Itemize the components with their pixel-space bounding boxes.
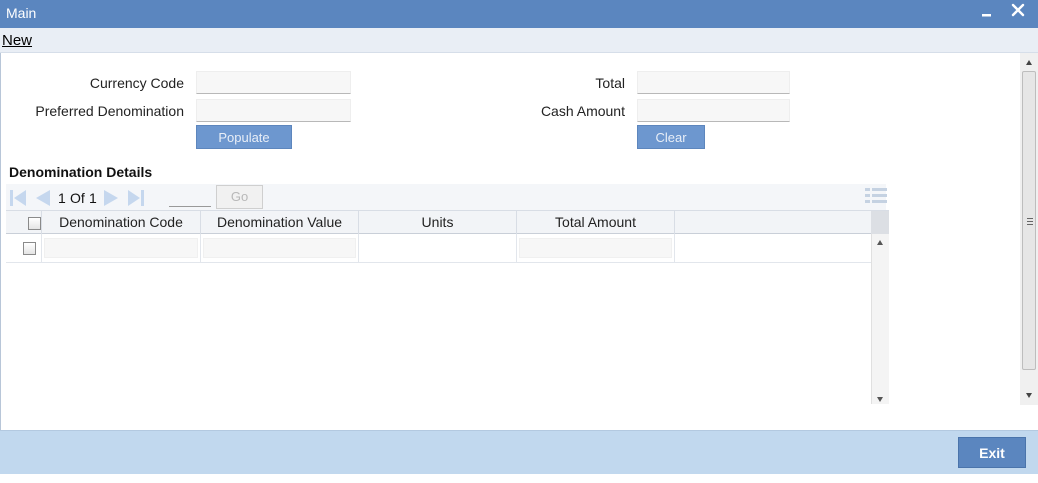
preferred-denomination-label: Preferred Denomination	[35, 103, 184, 119]
select-all-checkbox[interactable]	[28, 217, 41, 230]
go-button[interactable]: Go	[216, 185, 263, 209]
page-scrollbar-thumb[interactable]	[1022, 71, 1036, 370]
window-titlebar: Main	[0, 0, 1038, 28]
grid-pagination-toolbar: 1 Of 1 Go	[6, 184, 888, 210]
preferred-denomination-field[interactable]	[196, 99, 351, 122]
exit-button[interactable]: Exit	[958, 437, 1026, 468]
scroll-down-icon[interactable]	[877, 397, 883, 402]
total-field[interactable]	[637, 71, 790, 94]
denomination-value-cell	[201, 234, 359, 262]
footer-bar: Exit	[0, 430, 1038, 474]
total-amount-cell	[517, 234, 675, 262]
denomination-code-input[interactable]	[44, 238, 198, 258]
new-link[interactable]: New	[2, 32, 32, 49]
row-select-cell	[6, 234, 42, 262]
page-scroll-down-icon[interactable]	[1026, 393, 1032, 398]
columns-icon[interactable]	[864, 186, 888, 206]
denomination-value-input[interactable]	[203, 238, 356, 258]
page-scrollbar[interactable]	[1020, 53, 1038, 405]
grid-scrollbar-header	[871, 210, 889, 234]
currency-code-field[interactable]	[196, 71, 351, 94]
clear-button[interactable]: Clear	[637, 125, 705, 149]
column-header-denomination-code[interactable]: Denomination Code	[42, 211, 201, 234]
select-all-cell	[6, 211, 42, 234]
last-page-icon[interactable]	[126, 188, 146, 208]
minimize-icon[interactable]	[981, 7, 993, 19]
grid-scrollbar[interactable]	[871, 234, 889, 404]
page-of-label: Of	[70, 190, 85, 206]
column-header-units[interactable]: Units	[359, 211, 517, 234]
page-number-input[interactable]	[169, 187, 211, 207]
cash-amount-field[interactable]	[637, 99, 790, 122]
window-title: Main	[6, 5, 37, 21]
units-input[interactable]	[361, 238, 514, 258]
close-icon[interactable]	[1011, 3, 1025, 17]
menu-bar: New	[0, 28, 1038, 53]
column-header-denomination-value[interactable]: Denomination Value	[201, 211, 359, 234]
denomination-code-cell	[42, 234, 201, 262]
currency-code-label: Currency Code	[89, 75, 184, 91]
table-row	[6, 234, 871, 263]
next-page-icon[interactable]	[102, 188, 122, 208]
populate-button[interactable]: Populate	[196, 125, 292, 149]
total-pages: 1	[89, 190, 97, 206]
page-scroll-up-icon[interactable]	[1026, 60, 1032, 65]
denomination-details-title: Denomination Details	[9, 164, 153, 180]
grid-header: Denomination Code Denomination Value Uni…	[6, 210, 871, 234]
row-checkbox[interactable]	[23, 242, 36, 255]
previous-page-icon[interactable]	[32, 188, 52, 208]
total-amount-input[interactable]	[519, 238, 672, 258]
column-header-total-amount[interactable]: Total Amount	[517, 211, 675, 234]
units-cell	[359, 234, 517, 262]
scroll-up-icon[interactable]	[877, 240, 883, 245]
current-page: 1	[58, 190, 66, 206]
cash-amount-label: Cash Amount	[540, 103, 625, 119]
first-page-icon[interactable]	[8, 188, 28, 208]
scroll-grip-icon	[1027, 218, 1033, 225]
bottom-strip	[0, 474, 1038, 483]
total-label: Total	[595, 75, 625, 91]
